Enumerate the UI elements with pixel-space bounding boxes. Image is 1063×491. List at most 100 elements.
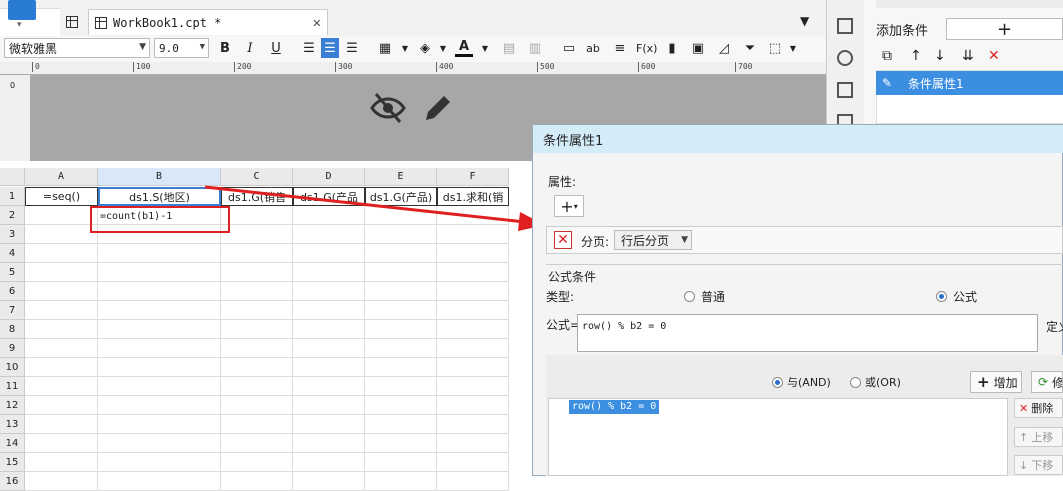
- grid-cell[interactable]: [365, 415, 437, 434]
- arrow-up-icon[interactable]: ↑: [910, 48, 922, 64]
- grid-cell[interactable]: [98, 244, 221, 263]
- arrow-down-icon[interactable]: ↓: [934, 48, 946, 64]
- image-icon[interactable]: ▣: [689, 38, 707, 58]
- add-button[interactable]: + 增加: [970, 371, 1022, 393]
- slash-icon[interactable]: ◿: [715, 38, 733, 58]
- grid-cell[interactable]: [98, 434, 221, 453]
- grid-cell[interactable]: [293, 434, 365, 453]
- grid-cell[interactable]: [365, 377, 437, 396]
- grid-cell[interactable]: [25, 472, 98, 491]
- row-header[interactable]: 10: [0, 358, 25, 377]
- grid-cell[interactable]: [293, 206, 365, 225]
- grid-cell[interactable]: [365, 358, 437, 377]
- type-normal-radio[interactable]: 普通: [684, 288, 725, 305]
- or-radio[interactable]: 或(OR): [850, 374, 901, 390]
- grid-cell[interactable]: [437, 377, 509, 396]
- row-header[interactable]: 6: [0, 282, 25, 301]
- grid-cell[interactable]: [25, 282, 98, 301]
- grid-cell[interactable]: [25, 320, 98, 339]
- chevron-down-icon[interactable]: ▼: [476, 38, 494, 58]
- grid-cell[interactable]: [437, 339, 509, 358]
- grid-cell[interactable]: [221, 301, 293, 320]
- align-left-icon[interactable]: ☰: [300, 38, 318, 58]
- row-header[interactable]: 14: [0, 434, 25, 453]
- split-cells-icon[interactable]: ▥: [526, 38, 544, 58]
- grid-cell[interactable]: [365, 396, 437, 415]
- bold-button[interactable]: B: [216, 38, 234, 58]
- tab-menu-icon[interactable]: ▼: [800, 14, 809, 28]
- column-header-c[interactable]: C: [221, 168, 293, 186]
- grid-cell[interactable]: [293, 263, 365, 282]
- close-icon[interactable]: ✕: [313, 15, 321, 31]
- grid-cell[interactable]: [25, 225, 98, 244]
- cell-c1[interactable]: ds1.G(销售: [221, 187, 293, 206]
- grid-cell[interactable]: [437, 225, 509, 244]
- fill-color-icon[interactable]: ◈: [416, 38, 434, 58]
- grid-cell[interactable]: [98, 472, 221, 491]
- font-color-icon[interactable]: A: [455, 38, 473, 57]
- remove-attr-icon[interactable]: ✕: [554, 231, 572, 249]
- chevron-down-icon[interactable]: ▼: [434, 38, 452, 58]
- grid-cell[interactable]: [365, 453, 437, 472]
- merge-cells-icon[interactable]: ▤: [500, 38, 518, 58]
- grid-cell[interactable]: [293, 282, 365, 301]
- info-icon[interactable]: [837, 50, 853, 66]
- grid-cell[interactable]: [437, 282, 509, 301]
- modify-button[interactable]: ⟳ 修改: [1031, 371, 1063, 393]
- grid-cell[interactable]: [25, 415, 98, 434]
- grid-cell[interactable]: [437, 472, 509, 491]
- radio-or[interactable]: [850, 376, 861, 388]
- grid-cell[interactable]: [437, 434, 509, 453]
- grid-cell[interactable]: [25, 396, 98, 415]
- radio-formula[interactable]: [936, 291, 947, 302]
- row-header[interactable]: 16: [0, 472, 25, 491]
- grid-cell[interactable]: [98, 453, 221, 472]
- grid-cell[interactable]: [293, 377, 365, 396]
- define-label[interactable]: 定义: [1046, 318, 1063, 335]
- grid-cell[interactable]: [98, 301, 221, 320]
- chevron-down-icon[interactable]: ▼: [784, 38, 802, 58]
- add-condition-button[interactable]: +: [946, 18, 1063, 40]
- formula-input[interactable]: row() % b2 = 0: [577, 314, 1038, 352]
- grid-cell[interactable]: [221, 453, 293, 472]
- grid-cell[interactable]: [365, 282, 437, 301]
- grid-cell[interactable]: [437, 358, 509, 377]
- grid-cell[interactable]: [221, 415, 293, 434]
- grid-cell[interactable]: [365, 301, 437, 320]
- cell-b1[interactable]: ds1.S(地区): [98, 187, 221, 206]
- column-header-a[interactable]: A: [25, 168, 98, 186]
- grid-icon[interactable]: [66, 16, 78, 28]
- delete-button[interactable]: ✕ 删除: [1014, 398, 1063, 418]
- edit-icon[interactable]: ✎: [876, 71, 898, 95]
- move-down-button[interactable]: ↓ 下移: [1014, 455, 1063, 475]
- grid-cell[interactable]: [437, 263, 509, 282]
- align-right-icon[interactable]: ☰: [343, 38, 361, 58]
- row-header[interactable]: 13: [0, 415, 25, 434]
- grid-cell[interactable]: [437, 453, 509, 472]
- grid-cell[interactable]: [98, 282, 221, 301]
- grid-cell[interactable]: [98, 320, 221, 339]
- row-header[interactable]: 5: [0, 263, 25, 282]
- grid-cell[interactable]: [293, 225, 365, 244]
- copy-icon[interactable]: ⧉: [882, 48, 892, 64]
- delete-icon[interactable]: ✕: [988, 48, 1000, 64]
- column-header-b[interactable]: B: [98, 168, 221, 186]
- border-icon[interactable]: ▦: [376, 38, 394, 58]
- grid-cell[interactable]: [25, 339, 98, 358]
- grid-cell[interactable]: [437, 206, 509, 225]
- radio-and[interactable]: [772, 376, 783, 388]
- row-header[interactable]: 4: [0, 244, 25, 263]
- grid-cell[interactable]: [365, 472, 437, 491]
- row-header[interactable]: 15: [0, 453, 25, 472]
- tab-workbook[interactable]: WorkBook1.cpt * ✕: [88, 9, 328, 35]
- app-menu-icon[interactable]: ▾: [8, 0, 36, 30]
- font-family-select[interactable]: 微软雅黑 ▼: [4, 38, 150, 58]
- chevron-down-icon[interactable]: ▼: [396, 38, 414, 58]
- row-header[interactable]: 11: [0, 377, 25, 396]
- grid-cell[interactable]: [365, 244, 437, 263]
- grid-cell[interactable]: [365, 206, 437, 225]
- add-attr-button[interactable]: + ▾: [554, 195, 584, 217]
- page-break-select[interactable]: 行后分页 ▼: [614, 230, 692, 250]
- font-size-select[interactable]: 9.0 ▼: [154, 38, 209, 58]
- grid-cell[interactable]: [98, 396, 221, 415]
